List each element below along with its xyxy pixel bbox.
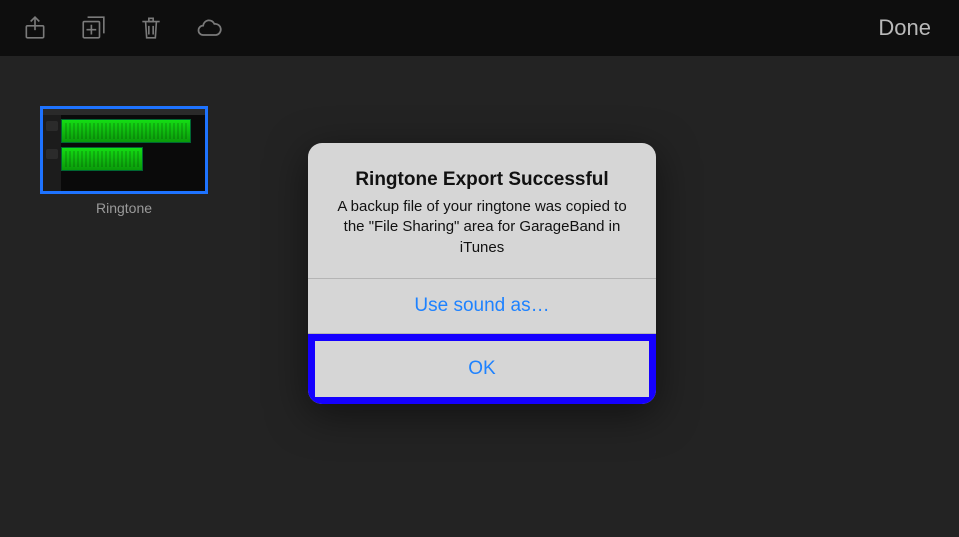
new-song-icon[interactable] <box>78 13 108 43</box>
trash-icon[interactable] <box>136 13 166 43</box>
alert-message: A backup file of your ringtone was copie… <box>332 197 632 258</box>
share-icon[interactable] <box>20 13 50 43</box>
alert-dialog: Ringtone Export Successful A backup file… <box>308 143 656 404</box>
song-name-label: Ringtone <box>96 200 152 216</box>
alert-title: Ringtone Export Successful <box>332 169 632 191</box>
song-item: Ringtone <box>40 106 208 216</box>
icloud-icon[interactable] <box>194 13 224 43</box>
toolbar: Done <box>0 0 959 56</box>
song-thumbnail[interactable] <box>40 106 208 194</box>
alert-header: Ringtone Export Successful A backup file… <box>308 143 656 278</box>
ok-button[interactable]: OK <box>315 341 649 397</box>
ok-button-highlight: OK <box>308 334 656 404</box>
toolbar-left-group <box>20 13 224 43</box>
use-sound-as-button[interactable]: Use sound as… <box>308 279 656 333</box>
done-button[interactable]: Done <box>870 11 939 45</box>
